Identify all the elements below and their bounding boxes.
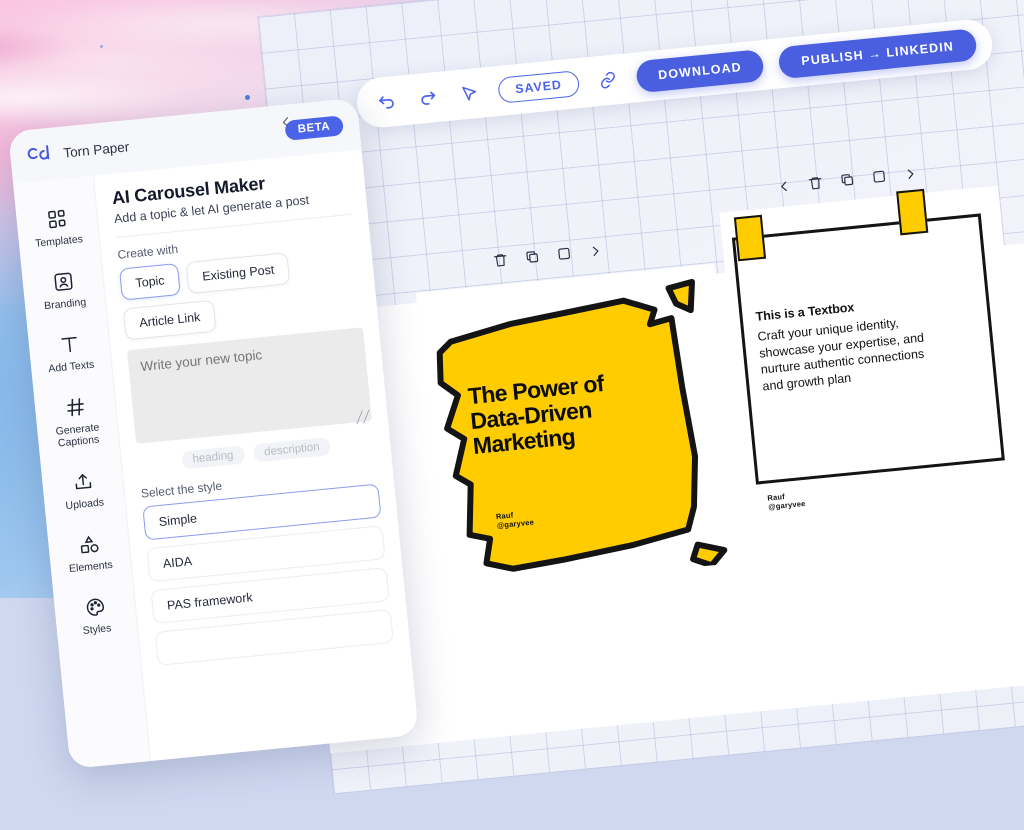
undo-icon[interactable] — [372, 88, 400, 116]
topic-input[interactable] — [126, 327, 373, 444]
sidebar-item-label: Branding — [43, 296, 87, 313]
sidebar-item-elements[interactable]: Elements — [47, 517, 133, 588]
trash-icon[interactable] — [492, 252, 508, 268]
saved-status-badge: SAVED — [497, 70, 580, 104]
slide-2-tape-left — [733, 214, 767, 262]
create-with-option-topic[interactable]: Topic — [118, 262, 181, 301]
sidebar-item-label: Styles — [82, 622, 112, 637]
trash-icon[interactable] — [807, 175, 823, 191]
text-t-icon — [57, 331, 80, 357]
sidebar-item-label-line2: Captions — [57, 433, 100, 450]
collapse-panel-button[interactable] — [269, 105, 302, 138]
sidebar-item-add-texts[interactable]: Add Texts — [27, 317, 113, 388]
tag-heading[interactable]: heading — [180, 445, 246, 470]
brand-name: Torn Paper — [62, 138, 130, 161]
sidebar-item-label: Add Texts — [47, 358, 95, 376]
resize-grip-icon[interactable]: ╱╱ — [356, 410, 370, 424]
square-icon[interactable] — [871, 168, 887, 184]
sidebar-item-templates[interactable]: Templates — [15, 192, 101, 263]
download-button[interactable]: DOWNLOAD — [634, 48, 766, 94]
shapes-icon — [77, 531, 100, 557]
carousel-slide-1[interactable]: The Power of Data-Driven Marketing Rauf … — [415, 263, 744, 592]
link-icon[interactable] — [593, 66, 621, 94]
chevron-right-icon[interactable] — [588, 243, 603, 258]
duplicate-icon[interactable] — [839, 172, 855, 188]
cd-logo — [26, 143, 54, 166]
duplicate-icon[interactable] — [524, 249, 540, 265]
cursor-pointer-icon[interactable] — [455, 80, 483, 108]
slide-2-tape-right — [896, 188, 929, 236]
square-icon[interactable] — [556, 246, 572, 262]
sidebar-item-styles[interactable]: Styles — [53, 580, 139, 651]
hash-icon — [64, 394, 87, 420]
upload-arrow-icon — [71, 468, 94, 494]
create-with-option-existing-post[interactable]: Existing Post — [185, 252, 291, 295]
chevron-right-icon[interactable] — [903, 166, 918, 181]
grid-squares-icon — [45, 206, 68, 232]
publish-linkedin-button[interactable]: PUBLISH → LINKEDIN — [777, 28, 978, 80]
sidebar-item-generate-captions[interactable]: Generate Captions — [33, 380, 120, 462]
create-with-options: Topic Existing Post Article Link — [118, 246, 362, 341]
style-options: Simple AIDA PAS framework — [142, 483, 394, 666]
app-window: SAVED DOWNLOAD PUBLISH → LINKEDIN The Po… — [0, 0, 1024, 794]
create-with-option-article-link[interactable]: Article Link — [122, 299, 217, 341]
ai-carousel-panel: Torn Paper BETA Templates Branding Add T… — [8, 97, 419, 769]
sidebar-item-label: Generate Captions — [55, 421, 101, 449]
slide-2-signature: Rauf @garyvee — [767, 490, 806, 512]
sidebar-item-label: Uploads — [65, 496, 105, 513]
carousel-slide-2[interactable]: This is a Textbox Craft your unique iden… — [719, 185, 1024, 512]
redo-icon[interactable] — [414, 84, 442, 112]
panel-form: AI Carousel Maker Add a topic & let AI g… — [94, 150, 419, 761]
tag-description[interactable]: description — [252, 437, 332, 463]
chevron-left-icon[interactable] — [776, 178, 791, 193]
sidebar-item-branding[interactable]: Branding — [21, 255, 107, 326]
slide-1-signature: Rauf @garyvee — [496, 509, 535, 530]
user-frame-icon — [51, 268, 74, 294]
sidebar-item-uploads[interactable]: Uploads — [40, 455, 126, 526]
sidebar-item-label: Elements — [68, 558, 114, 576]
sidebar-item-label: Templates — [34, 233, 84, 250]
panel-body: Templates Branding Add Texts Generate Ca… — [13, 150, 419, 769]
